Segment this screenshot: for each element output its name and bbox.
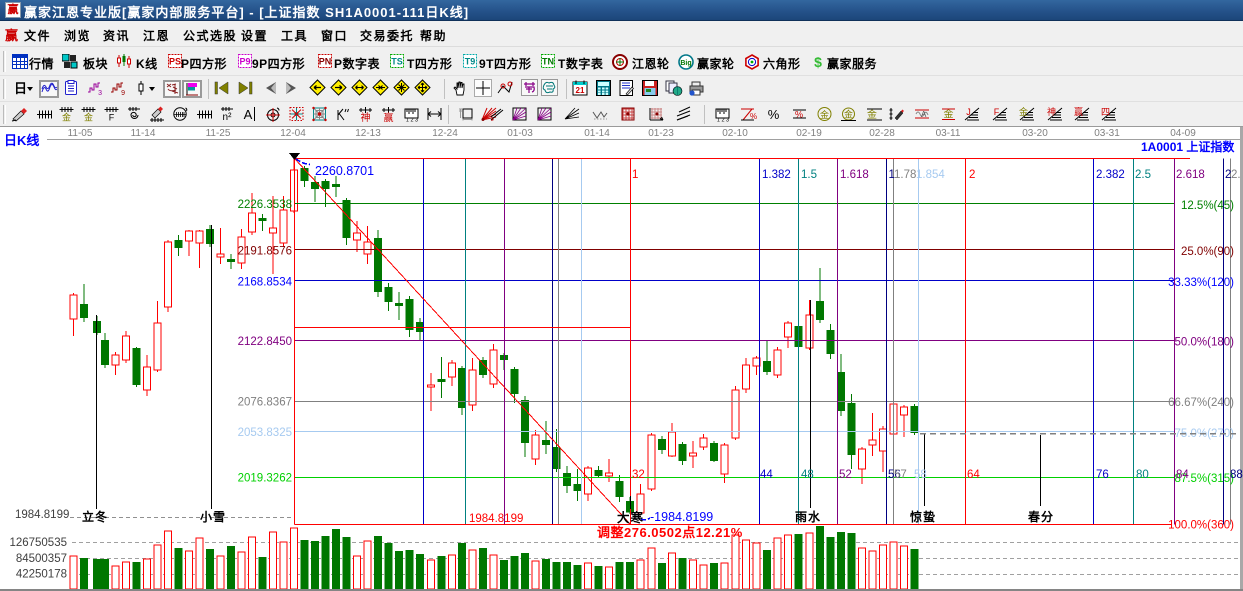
svg-text:惊蛰: 惊蛰 <box>910 509 936 524</box>
svg-text:03-11: 03-11 <box>936 128 961 139</box>
svg-text:2191.8576: 2191.8576 <box>238 246 292 258</box>
svg-text:04-09: 04-09 <box>1170 128 1196 139</box>
svg-text:立冬: 立冬 <box>82 509 108 524</box>
svg-text:-1984.8199: -1984.8199 <box>650 510 713 524</box>
svg-text:2019.3262: 2019.3262 <box>238 473 292 485</box>
svg-text:64: 64 <box>967 469 980 481</box>
svg-text:2.618: 2.618 <box>1176 169 1205 181</box>
svg-text:小雪: 小雪 <box>200 509 226 524</box>
svg-text:03-20: 03-20 <box>1022 128 1048 139</box>
svg-text:01-14: 01-14 <box>584 128 610 139</box>
svg-text:2.5: 2.5 <box>1135 169 1151 181</box>
svg-text:11-14: 11-14 <box>131 128 156 139</box>
svg-text:03-31: 03-31 <box>1094 128 1120 139</box>
svg-text:12-13: 12-13 <box>355 128 381 139</box>
svg-text:1: 1 <box>632 169 638 181</box>
svg-text:48: 48 <box>801 469 814 481</box>
svg-text:32: 32 <box>632 469 645 481</box>
svg-text:02-19: 02-19 <box>796 128 822 139</box>
svg-text:1.5: 1.5 <box>801 169 817 181</box>
svg-text:66.67%(240): 66.67%(240) <box>1168 397 1234 409</box>
svg-text:春分: 春分 <box>1027 509 1054 524</box>
svg-text:1.854: 1.854 <box>916 169 945 181</box>
svg-text:126750535: 126750535 <box>9 537 67 549</box>
svg-text:80: 80 <box>1136 469 1149 481</box>
svg-text:1984.8199: 1984.8199 <box>469 513 523 525</box>
svg-text:11-25: 11-25 <box>206 128 231 139</box>
svg-text:1.382: 1.382 <box>762 169 791 181</box>
svg-text:76: 76 <box>1096 469 1109 481</box>
svg-text:12-04: 12-04 <box>280 128 306 139</box>
svg-text:58: 58 <box>914 469 927 481</box>
svg-text:57: 57 <box>894 469 907 481</box>
svg-text:大寒: 大寒 <box>617 510 644 525</box>
svg-text:1.618: 1.618 <box>840 169 869 181</box>
svg-text:2: 2 <box>969 169 975 181</box>
svg-text:2168.8534: 2168.8534 <box>238 277 293 289</box>
svg-text:84500357: 84500357 <box>16 553 67 565</box>
svg-text:01-03: 01-03 <box>507 128 533 139</box>
svg-text:1984.8199: 1984.8199 <box>15 509 69 521</box>
svg-text:2260.8701: 2260.8701 <box>315 164 374 178</box>
svg-text:11-05: 11-05 <box>68 128 93 139</box>
svg-text:2053.8325: 2053.8325 <box>238 427 292 439</box>
svg-text:01-23: 01-23 <box>648 128 674 139</box>
svg-text:2122.8450: 2122.8450 <box>238 336 292 348</box>
svg-text:25.0%(90): 25.0%(90) <box>1181 246 1234 258</box>
svg-text:2.: 2. <box>1231 169 1241 181</box>
svg-text:12.5%(45): 12.5%(45) <box>1181 200 1234 212</box>
svg-text:雨水: 雨水 <box>795 509 821 524</box>
svg-text:42250178: 42250178 <box>16 569 67 581</box>
svg-text:88: 88 <box>1230 469 1243 481</box>
svg-text:52: 52 <box>839 469 852 481</box>
svg-text:2076.8367: 2076.8367 <box>238 397 292 409</box>
svg-text:1.78: 1.78 <box>894 169 916 181</box>
svg-text:02-10: 02-10 <box>722 128 748 139</box>
svg-text:02-28: 02-28 <box>869 128 895 139</box>
svg-text:33.33%(120): 33.33%(120) <box>1168 277 1234 289</box>
svg-text:2.382: 2.382 <box>1096 169 1125 181</box>
svg-text:50.0%(180): 50.0%(180) <box>1175 337 1235 349</box>
svg-text:44: 44 <box>760 469 773 481</box>
svg-text:1A0001 上证指数: 1A0001 上证指数 <box>1141 139 1235 154</box>
svg-text:2226.3538: 2226.3538 <box>238 199 292 211</box>
svg-text:84: 84 <box>1176 469 1189 481</box>
svg-text:12-24: 12-24 <box>432 128 458 139</box>
svg-text:调整276.0502点12.21%: 调整276.0502点12.21% <box>597 525 743 540</box>
svg-text:100.0%(360): 100.0%(360) <box>1168 520 1234 532</box>
svg-text:日K线: 日K线 <box>4 133 39 148</box>
